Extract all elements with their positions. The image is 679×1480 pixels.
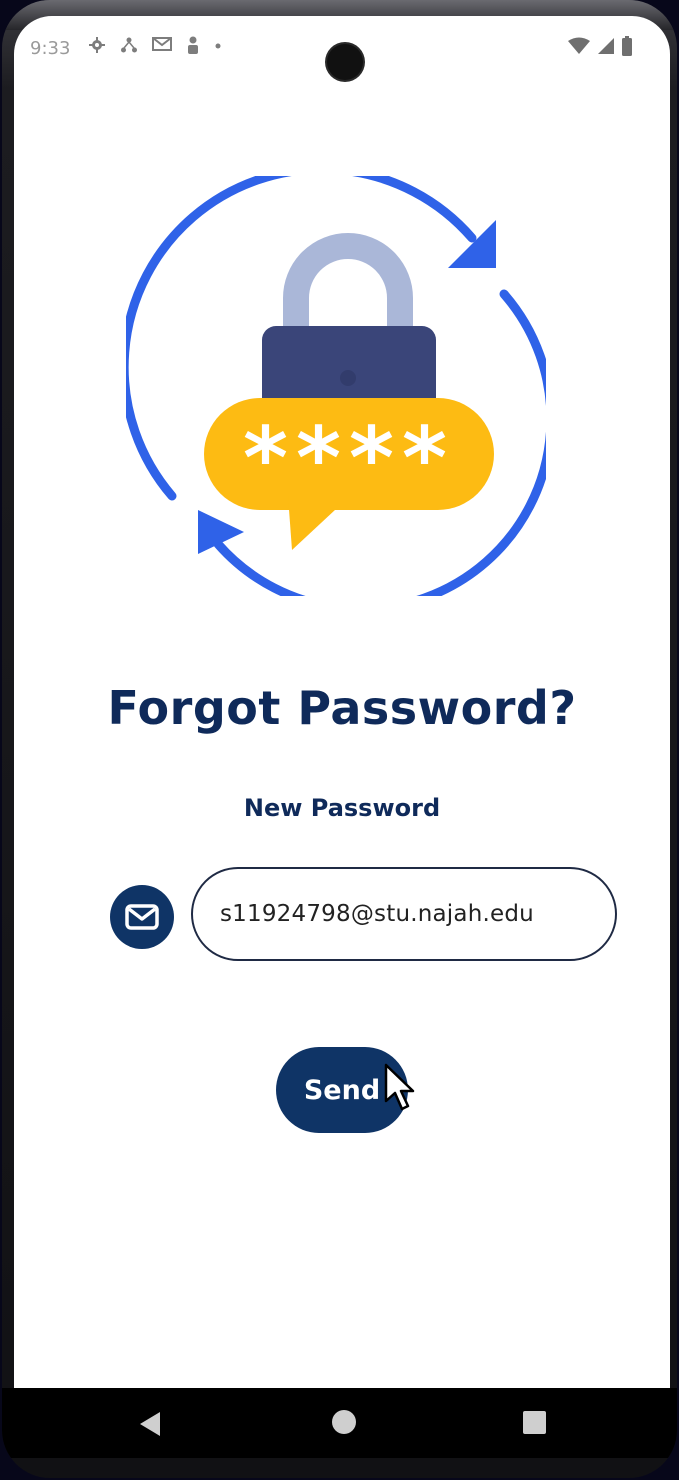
person-alert-icon: [188, 36, 198, 54]
back-triangle-icon[interactable]: [140, 1412, 162, 1436]
arrowhead-top: [448, 220, 496, 268]
system-status-icons: [568, 36, 632, 56]
navigation-bar: [2, 1388, 677, 1458]
signal-icon: [598, 38, 614, 54]
page-title: Forgot Password?: [107, 681, 577, 735]
recents-square-icon[interactable]: [523, 1411, 546, 1434]
page-subtitle: New Password: [243, 794, 441, 822]
settings-icon: [89, 37, 105, 53]
gmail-icon: [152, 37, 172, 51]
status-bar: 9:33: [14, 16, 670, 80]
password-mask-text: ****: [243, 409, 455, 509]
dot-icon: [215, 43, 221, 49]
keyhole: [340, 370, 356, 386]
mail-icon: [110, 885, 174, 949]
notification-icons: [88, 36, 222, 54]
app-screen: 9:33 **** Forgot Password? New Password …: [14, 16, 670, 1388]
home-circle-icon[interactable]: [332, 1410, 356, 1434]
mouse-pointer-icon: [384, 1063, 415, 1111]
battery-icon: [622, 36, 632, 56]
phone-frame: 9:33 **** Forgot Password? New Password …: [2, 0, 677, 1478]
email-input[interactable]: s11924798@stu.najah.edu: [191, 867, 617, 961]
password-reset-illustration: ****: [126, 176, 546, 596]
status-time: 9:33: [30, 38, 71, 59]
network-share-icon: [121, 37, 137, 53]
lock-shackle: [283, 233, 413, 336]
wifi-icon: [568, 37, 590, 54]
front-camera: [327, 44, 363, 80]
